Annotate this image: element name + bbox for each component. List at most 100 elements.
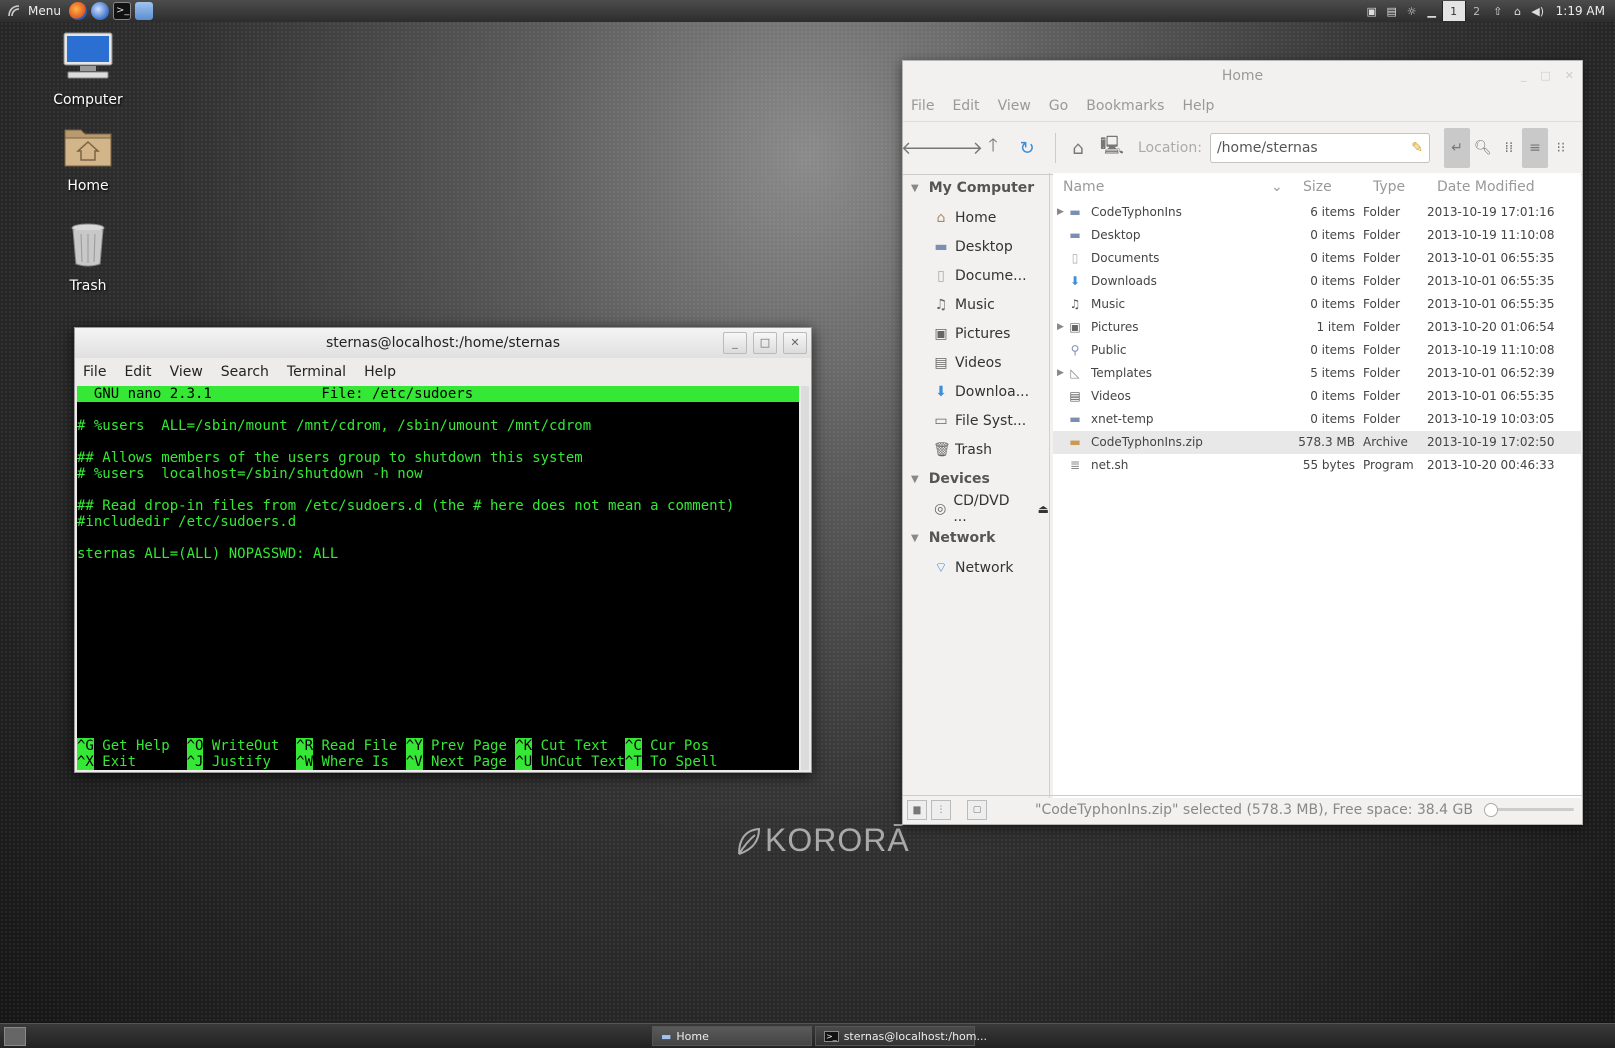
column-date[interactable]: Date Modified: [1437, 179, 1535, 195]
location-input[interactable]: /home/sternas ✎: [1209, 133, 1430, 163]
maximize-button[interactable]: □: [1540, 61, 1550, 91]
list-view-button[interactable]: ≡: [1521, 128, 1548, 168]
file-row[interactable]: ≣ net.sh 55 bytes Program 2013-10-20 00:46:3…: [1053, 454, 1581, 477]
menu-bookmarks[interactable]: Bookmarks: [1086, 98, 1164, 114]
nano-header: GNU nano 2.3.1 File: /etc/sudoers: [77, 386, 799, 402]
menu-file[interactable]: File: [911, 98, 934, 114]
icon-view-button[interactable]: ⁞⁞: [1496, 128, 1522, 168]
menu-edit[interactable]: Edit: [124, 364, 151, 380]
files-icon[interactable]: [134, 2, 153, 20]
menu-button[interactable]: Menu: [0, 3, 69, 19]
expander-triangle-icon[interactable]: ▶: [1057, 207, 1064, 217]
tray-display-icon[interactable]: ▤: [1385, 4, 1399, 18]
sidebar-item-filesystem[interactable]: ▭ File Syst...: [903, 406, 1049, 435]
menu-help[interactable]: Help: [364, 364, 396, 380]
eject-icon[interactable]: ⏏: [1038, 502, 1049, 516]
fm-menubar: File Edit View Go Bookmarks Help: [903, 91, 1582, 121]
file-row[interactable]: ⚲ Public 0 items Folder 2013-10-19 11:10:08: [1053, 339, 1581, 362]
file-manager-window[interactable]: Home _ □ ✕ File Edit View Go Bookmarks H…: [901, 60, 1583, 825]
file-row[interactable]: ▶ ◺ Templates 5 items Folder 2013-10-01 06:52…: [1053, 362, 1581, 385]
terminal-scrollbar[interactable]: [801, 386, 809, 770]
expander-triangle-icon[interactable]: ▶: [1057, 322, 1064, 332]
compact-view-button[interactable]: ⁝⁝: [1548, 128, 1574, 168]
terminal-screen[interactable]: GNU nano 2.3.1 File: /etc/sudoers # %use…: [77, 386, 799, 770]
file-row[interactable]: ▤ Videos 0 items Folder 2013-10-01 06:55:35: [1053, 385, 1581, 408]
tray-battery-icon[interactable]: ▁: [1425, 4, 1439, 18]
sidebar-item-network[interactable]: ⌔ Network: [903, 553, 1049, 582]
show-places-button[interactable]: ▆: [907, 800, 927, 820]
forward-button[interactable]: 🡒: [935, 134, 983, 162]
sidebar-item-documents[interactable]: ▯ Docume...: [903, 261, 1049, 290]
minimize-button[interactable]: _: [723, 332, 747, 354]
close-button[interactable]: ✕: [783, 332, 807, 354]
desktop-icon-trash[interactable]: Trash: [38, 222, 138, 294]
sidebar-item-trash[interactable]: 🗑︎ Trash: [903, 435, 1049, 464]
tray-update-icon[interactable]: ⇧: [1491, 4, 1505, 18]
file-row[interactable]: ▯ Documents 0 items Folder 2013-10-01 06:55:…: [1053, 247, 1581, 270]
terminal-titlebar[interactable]: sternas@localhost:/home/sternas _ □ ✕: [75, 328, 811, 358]
taskbar-item-home[interactable]: ▬ Home: [652, 1026, 812, 1046]
tray-screenshot-icon[interactable]: ▣: [1365, 4, 1379, 18]
firefox-icon[interactable]: [68, 2, 87, 20]
menu-view[interactable]: View: [170, 364, 203, 380]
clear-location-icon[interactable]: ✎: [1411, 140, 1423, 156]
show-desktop-button[interactable]: [4, 1027, 26, 1046]
file-row[interactable]: ♫ Music 0 items Folder 2013-10-01 06:55:35: [1053, 293, 1581, 316]
menu-view[interactable]: View: [998, 98, 1031, 114]
menu-terminal[interactable]: Terminal: [287, 364, 346, 380]
clock[interactable]: 1:19 AM: [1548, 4, 1615, 18]
menu-help[interactable]: Help: [1182, 98, 1214, 114]
sidebar-header-network[interactable]: ▼ Network: [903, 523, 1049, 553]
tray-network-icon[interactable]: ⌂: [1511, 4, 1525, 18]
fm-titlebar[interactable]: Home _ □ ✕: [903, 61, 1582, 91]
file-row[interactable]: ▶ ▣ Pictures 1 item Folder 2013-10-20 01:06:5…: [1053, 316, 1581, 339]
terminal-window[interactable]: sternas@localhost:/home/sternas _ □ ✕ Fi…: [74, 327, 812, 773]
sidebar-item-videos[interactable]: ▤ Videos: [903, 348, 1049, 377]
up-button[interactable]: 🡑: [979, 134, 1007, 162]
terminal-icon[interactable]: >_: [112, 2, 131, 20]
file-row[interactable]: ▬ CodeTyphonIns.zip 578.3 MB Archive 2013-10…: [1053, 431, 1581, 454]
toggle-location-button[interactable]: ↵: [1443, 128, 1470, 168]
search-button[interactable]: 🔍︎: [1470, 128, 1496, 168]
menu-file[interactable]: File: [83, 364, 106, 380]
maximize-button[interactable]: □: [753, 332, 777, 354]
close-button[interactable]: ✕: [1565, 61, 1574, 91]
tray-volume-icon[interactable]: ◀): [1531, 4, 1545, 18]
menu-go[interactable]: Go: [1049, 98, 1068, 114]
show-tree-button[interactable]: ⋮: [931, 800, 951, 820]
sidebar-item-cdrom[interactable]: ◎ CD/DVD ... ⏏: [903, 493, 1049, 525]
file-list[interactable]: Name ⌄ Size Type Date Modified ▶ ▬ CodeTyp…: [1053, 173, 1581, 798]
home-button[interactable]: ⌂: [1064, 134, 1092, 162]
column-size[interactable]: Size: [1303, 179, 1332, 195]
sidebar-item-music[interactable]: ♫ Music: [903, 290, 1049, 319]
column-name[interactable]: Name: [1063, 179, 1104, 195]
taskbar-item-terminal[interactable]: >_ sternas@localhost:/hom...: [815, 1026, 987, 1046]
workspace-2-button[interactable]: 2: [1464, 1, 1488, 21]
file-row[interactable]: ▶ ▬ CodeTyphonIns 6 items Folder 2013-10-19 1…: [1053, 201, 1581, 224]
minimize-button[interactable]: _: [1521, 61, 1527, 91]
hide-sidebar-button[interactable]: ▢: [967, 800, 987, 820]
thunderbird-icon[interactable]: [90, 2, 109, 20]
zoom-slider-handle[interactable]: [1484, 803, 1498, 817]
column-type[interactable]: Type: [1373, 179, 1405, 195]
desktop-icon-home[interactable]: Home: [38, 124, 138, 194]
computer-button[interactable]: 🖳: [1098, 134, 1126, 162]
sidebar-header-my-computer[interactable]: ▼ My Computer: [903, 173, 1049, 203]
tray-brightness-icon[interactable]: ☼: [1405, 4, 1419, 18]
menu-search[interactable]: Search: [221, 364, 269, 380]
sidebar-item-downloads[interactable]: ⬇ Downloa...: [903, 377, 1049, 406]
file-row[interactable]: ▬ Desktop 0 items Folder 2013-10-19 11:10:08: [1053, 224, 1581, 247]
expander-triangle-icon[interactable]: ▶: [1057, 368, 1064, 378]
file-row[interactable]: ⬇ Downloads 0 items Folder 2013-10-01 06:55:…: [1053, 270, 1581, 293]
sidebar-header-devices[interactable]: ▼ Devices: [903, 464, 1049, 494]
file-row[interactable]: ▬ xnet-temp 0 items Folder 2013-10-19 10:03:…: [1053, 408, 1581, 431]
menu-edit[interactable]: Edit: [952, 98, 979, 114]
workspace-1-button[interactable]: 1: [1441, 1, 1465, 21]
sort-chevron-down-icon[interactable]: ⌄: [1271, 179, 1283, 195]
sidebar-item-home[interactable]: ⌂ Home: [903, 203, 1049, 232]
sidebar-item-desktop[interactable]: ▬ Desktop: [903, 232, 1049, 261]
sidebar-item-pictures[interactable]: ▣ Pictures: [903, 319, 1049, 348]
reload-button[interactable]: ↻: [1013, 134, 1041, 162]
zoom-slider[interactable]: [1484, 803, 1574, 817]
desktop-icon-computer[interactable]: Computer: [38, 30, 138, 108]
